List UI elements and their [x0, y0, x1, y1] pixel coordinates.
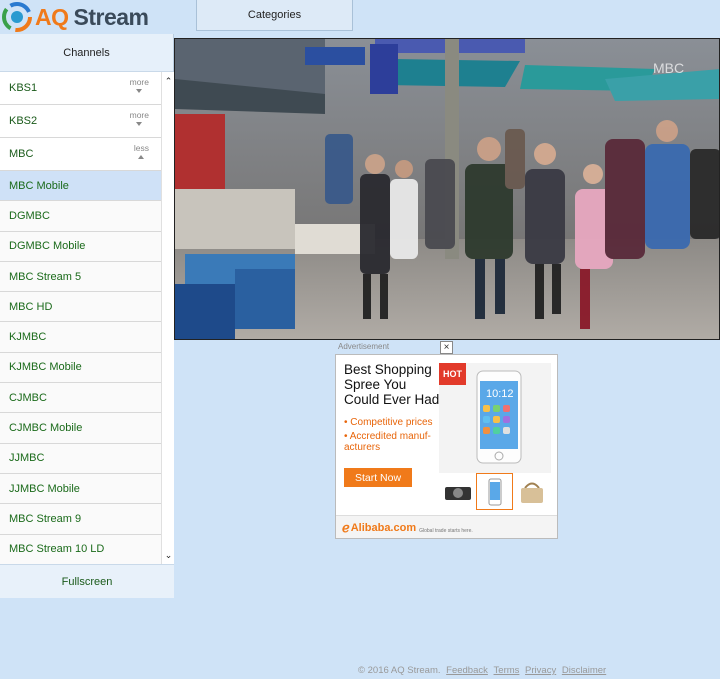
channel-watermark: MBC [653, 60, 684, 76]
channel-item-kbs2[interactable]: KBS2 more [0, 105, 161, 138]
channel-label: DGMBC Mobile [9, 240, 86, 253]
fullscreen-button[interactable]: Fullscreen [0, 564, 174, 598]
footer-link-privacy[interactable]: Privacy [525, 665, 556, 676]
channel-label: MBC Stream 9 [9, 512, 82, 525]
channel-label: JJMBC [9, 452, 45, 465]
thumb-camera-icon[interactable] [439, 473, 476, 510]
chevron-up-icon [138, 155, 145, 159]
ad-bullet: • Accredited manuf- acturers [344, 431, 431, 453]
chevron-down-icon [136, 89, 143, 93]
expand-toggle[interactable]: more [130, 78, 149, 93]
channel-label: KJMBC Mobile [9, 361, 82, 374]
collapse-toggle[interactable]: less [134, 144, 149, 159]
ad-footer[interactable]: ℯ Alibaba.com Global trade starts here. [336, 515, 557, 538]
channel-item-kjmbc-mobile[interactable]: KJMBC Mobile [0, 352, 161, 384]
video-frame-street-market: MBC [175, 39, 719, 339]
ad-brand: Alibaba.com [350, 522, 417, 534]
advertisement-label: Advertisement [338, 342, 390, 351]
page-footer: © 2016 AQ Stream. Feedback Terms Privacy… [358, 665, 606, 676]
copyright-text: © 2016 AQ Stream. [358, 665, 441, 676]
channel-item-mbc-mobile[interactable]: MBC Mobile [0, 171, 161, 202]
categories-button[interactable]: Categories [196, 0, 353, 31]
advertisement-banner[interactable]: Best Shopping Spree You Could Ever Had •… [335, 354, 558, 539]
channel-label: DGMBC [9, 209, 50, 222]
close-ad-icon[interactable]: × [440, 341, 453, 354]
channel-label: KBS1 [9, 82, 38, 94]
footer-link-terms[interactable]: Terms [494, 665, 520, 676]
ad-headline: Best Shopping Spree You Could Ever Had [344, 362, 440, 407]
channel-item-kjmbc[interactable]: KJMBC [0, 322, 161, 353]
channel-label: JJMBC Mobile [9, 482, 80, 495]
thumb-phone-icon[interactable] [476, 473, 513, 510]
channel-item-jjmbc-mobile[interactable]: JJMBC Mobile [0, 473, 161, 505]
svg-text:10:12: 10:12 [486, 388, 514, 400]
channel-item-mbc-stream-5[interactable]: MBC Stream 5 [0, 261, 161, 293]
channel-label: CJMBC Mobile [9, 422, 83, 435]
channel-label: MBC Mobile [9, 179, 69, 192]
scroll-down-icon[interactable]: ⌄ [164, 550, 173, 560]
channel-item-cjmbc-mobile[interactable]: CJMBC Mobile [0, 413, 161, 444]
footer-link-feedback[interactable]: Feedback [446, 665, 488, 676]
channel-item-mbc-stream-9[interactable]: MBC Stream 9 [0, 504, 161, 535]
channel-item-jjmbc[interactable]: JJMBC [0, 443, 161, 474]
footer-link-disclaimer[interactable]: Disclaimer [562, 665, 606, 676]
channel-label: KJMBC [9, 331, 47, 344]
logo-stream-text: Stream [73, 3, 149, 30]
channel-item-mbc-hd[interactable]: MBC HD [0, 292, 161, 323]
ad-bullet-list: • Competitive prices • Accredited manuf-… [344, 417, 444, 456]
channel-sidebar: Channels KBS1 more KBS2 more MBC less MB… [0, 34, 174, 598]
ad-bullet: • Competitive prices [344, 417, 433, 428]
channel-list: KBS1 more KBS2 more MBC less MBC Mobile … [0, 72, 174, 564]
expand-toggle[interactable]: more [130, 111, 149, 126]
video-player[interactable]: MBC [174, 38, 720, 340]
ad-tagline: Global trade starts here. [419, 528, 473, 534]
channel-label: MBC [9, 148, 34, 160]
channel-item-cjmbc[interactable]: CJMBC [0, 383, 161, 414]
channel-label: MBC Stream 5 [9, 270, 82, 283]
channel-label: MBC Stream 10 LD [9, 543, 105, 556]
ad-start-now-button[interactable]: Start Now [344, 468, 412, 487]
channel-item-kbs1[interactable]: KBS1 more [0, 72, 161, 105]
channel-list-scrollbar[interactable]: ⌃ ⌄ [161, 72, 174, 564]
channels-heading: Channels [0, 34, 173, 72]
channel-item-mbc-stream-10-ld[interactable]: MBC Stream 10 LD [0, 534, 161, 564]
scroll-up-icon[interactable]: ⌃ [164, 76, 173, 86]
channel-item-dgmbc-mobile[interactable]: DGMBC Mobile [0, 231, 161, 262]
hot-badge: HOT [439, 363, 466, 385]
channel-item-dgmbc[interactable]: DGMBC [0, 201, 161, 232]
alibaba-logo-icon: ℯ [342, 520, 350, 535]
ad-thumbnails [439, 473, 551, 510]
channel-label: KBS2 [9, 115, 38, 127]
thumb-handbag-icon[interactable] [513, 473, 550, 510]
channel-item-mbc[interactable]: MBC less [0, 138, 161, 171]
logo-aq-text: AQ [35, 3, 69, 30]
chevron-down-icon [136, 122, 143, 126]
channel-label: MBC HD [9, 300, 53, 313]
channel-label: CJMBC [9, 391, 47, 404]
logo[interactable]: AQ Stream [0, 0, 174, 34]
logo-swirl-icon [2, 2, 32, 32]
